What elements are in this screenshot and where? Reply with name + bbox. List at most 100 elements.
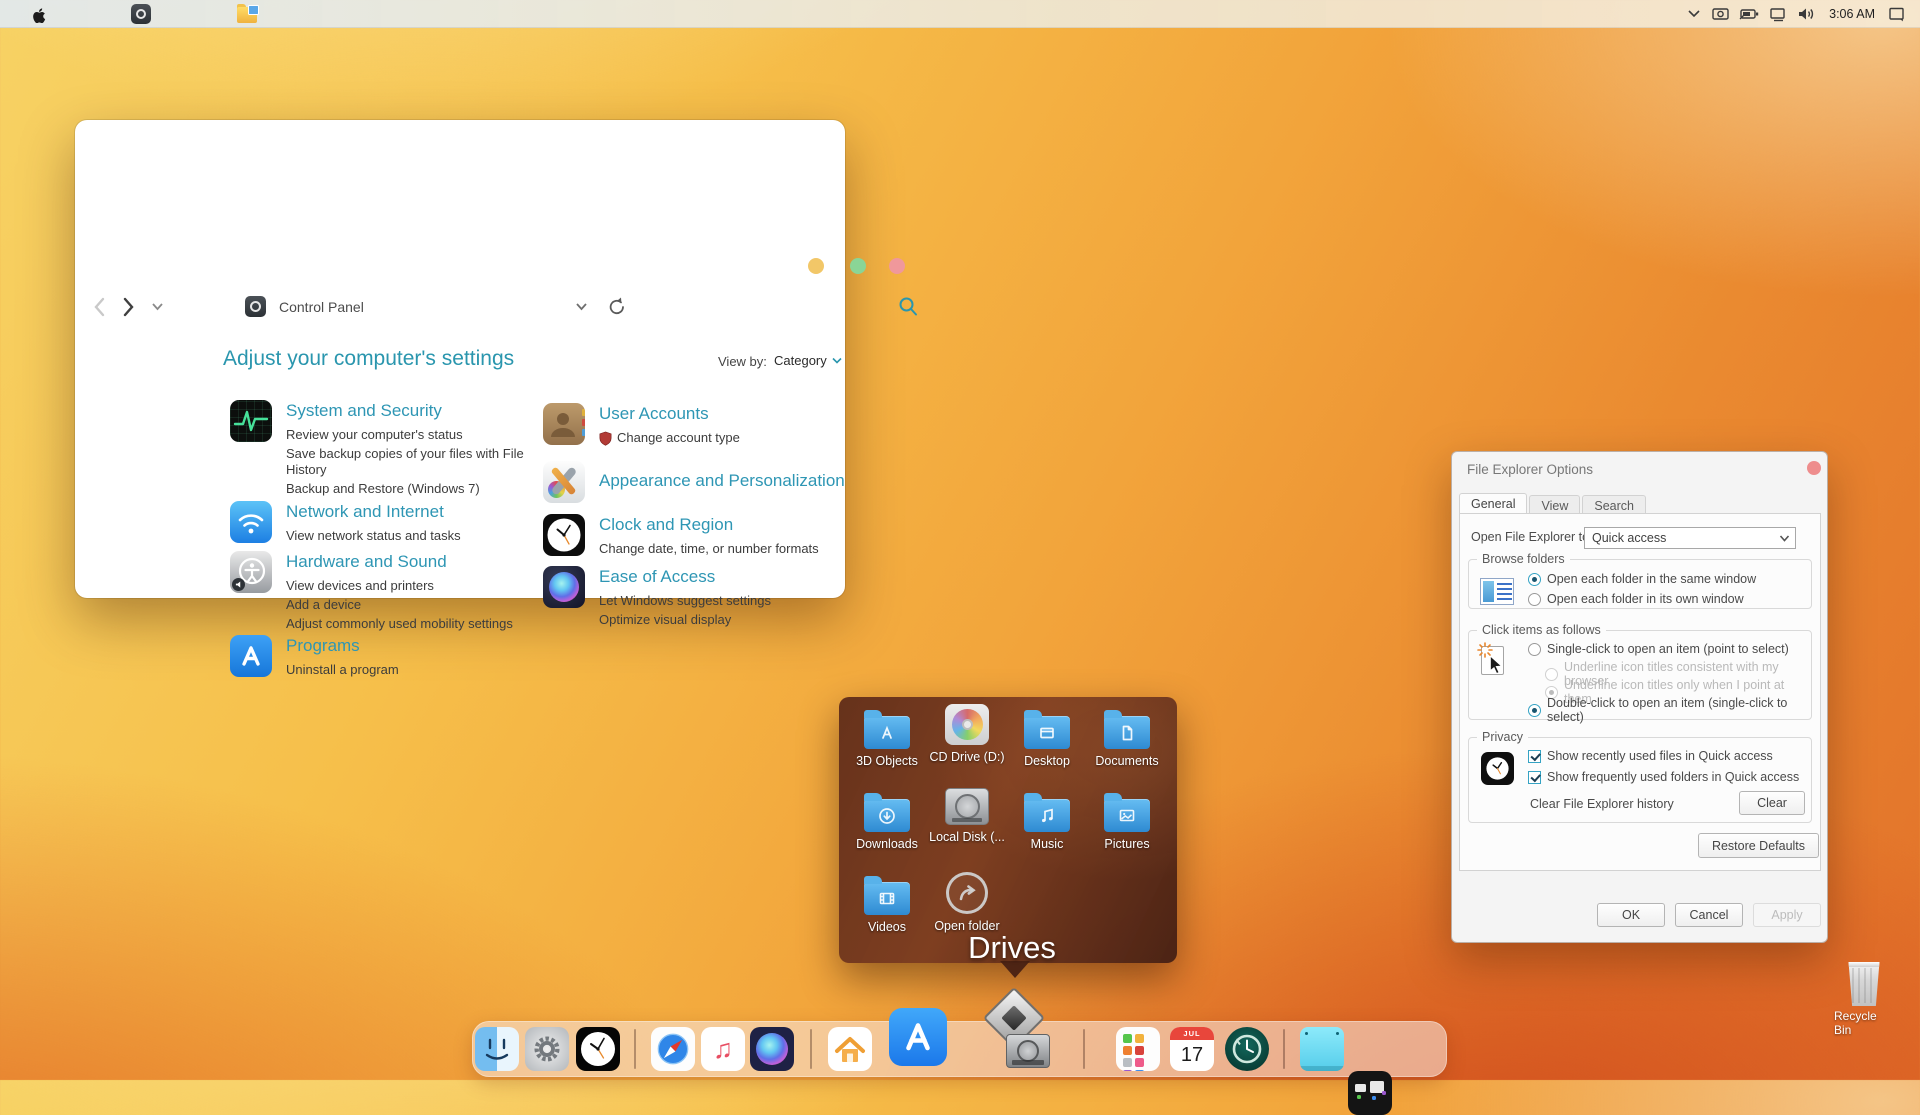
- apple-menu-icon[interactable]: [30, 5, 47, 23]
- drive-item-downloads[interactable]: Downloads: [848, 791, 926, 851]
- dock-clock[interactable]: [576, 1027, 620, 1071]
- task-link[interactable]: Review your computer's status: [286, 427, 530, 443]
- dock-calendar[interactable]: JUL 17: [1170, 1027, 1214, 1071]
- calendar-month: JUL: [1170, 1027, 1214, 1040]
- volume-icon[interactable]: [1797, 6, 1816, 22]
- menubar-folder-app-icon[interactable]: [237, 4, 259, 24]
- folder-desktop-icon: [1024, 716, 1070, 749]
- group-legend: Privacy: [1477, 730, 1528, 744]
- dock-notes[interactable]: [1300, 1027, 1344, 1071]
- task-link[interactable]: Optimize visual display: [599, 612, 873, 628]
- dock-siri[interactable]: [750, 1027, 794, 1071]
- programs-icon[interactable]: [230, 635, 272, 677]
- task-link[interactable]: Change account type: [617, 430, 740, 446]
- dock-app-store[interactable]: [889, 1008, 947, 1066]
- system-security-icon[interactable]: [230, 400, 272, 442]
- dock-music[interactable]: ♫: [701, 1027, 745, 1071]
- drive-item-pictures[interactable]: Pictures: [1088, 791, 1166, 851]
- task-link[interactable]: Change date, time, or number formats: [599, 541, 873, 557]
- task-link[interactable]: Uninstall a program: [286, 662, 530, 678]
- checkbox-recent-files[interactable]: Show recently used files in Quick access: [1528, 749, 1773, 763]
- drive-item-documents[interactable]: Documents: [1088, 708, 1166, 768]
- drive-item-3d-objects[interactable]: 3D Objects: [848, 708, 926, 768]
- category-title[interactable]: Ease of Access: [599, 566, 873, 587]
- clock-region-icon[interactable]: [543, 514, 585, 556]
- category-title[interactable]: System and Security: [286, 400, 530, 421]
- back-button[interactable]: [91, 296, 109, 318]
- cancel-button[interactable]: Cancel: [1675, 903, 1743, 927]
- clock-time[interactable]: 3:06 AM: [1825, 7, 1879, 21]
- task-link[interactable]: Let Windows suggest settings: [599, 593, 873, 609]
- drive-item-local-disk[interactable]: Local Disk (...: [928, 788, 1006, 844]
- task-link[interactable]: View network status and tasks: [286, 528, 530, 544]
- recent-pages-chevron-icon[interactable]: [151, 302, 164, 312]
- close-button[interactable]: [889, 258, 905, 274]
- forward-button[interactable]: [119, 296, 137, 318]
- dock-drives[interactable]: [976, 988, 1056, 1072]
- drive-item-open-folder[interactable]: Open folder: [928, 872, 1006, 933]
- clear-button[interactable]: Clear: [1739, 791, 1805, 815]
- radio-open-own-window[interactable]: Open each folder in its own window: [1528, 592, 1744, 606]
- network-icon[interactable]: [1769, 6, 1788, 22]
- ease-of-access-icon[interactable]: [543, 566, 585, 608]
- ok-button[interactable]: OK: [1597, 903, 1665, 927]
- category-appearance-personalization: Appearance and Personalization: [543, 461, 873, 503]
- view-by-select[interactable]: Category: [774, 353, 842, 368]
- menubar-settings-app-icon[interactable]: [131, 4, 151, 24]
- apply-button[interactable]: Apply: [1753, 903, 1821, 927]
- dock-home[interactable]: [828, 1027, 872, 1071]
- category-title[interactable]: Network and Internet: [286, 501, 530, 522]
- wireless-display-icon[interactable]: [1711, 6, 1730, 22]
- network-internet-icon[interactable]: [230, 501, 272, 543]
- restore-defaults-button[interactable]: Restore Defaults: [1698, 833, 1819, 858]
- address-bar[interactable]: Control Panel: [279, 299, 364, 315]
- open-file-explorer-select[interactable]: Quick access: [1584, 527, 1796, 549]
- category-system-and-security: System and Security Review your computer…: [230, 400, 530, 497]
- category-title[interactable]: Clock and Region: [599, 514, 873, 535]
- category-title[interactable]: Programs: [286, 635, 530, 656]
- dock-launchpad[interactable]: [1116, 1027, 1160, 1071]
- dock-trash[interactable]: [1396, 1027, 1440, 1071]
- dock-finder[interactable]: [475, 1027, 519, 1071]
- task-link[interactable]: View devices and printers: [286, 578, 530, 594]
- user-accounts-icon[interactable]: [543, 403, 585, 445]
- drive-item-cd-drive[interactable]: CD Drive (D:): [928, 704, 1006, 764]
- dock-mission-control[interactable]: [1348, 1071, 1392, 1115]
- dock-safari[interactable]: [651, 1027, 695, 1071]
- address-dropdown-chevron-icon[interactable]: [575, 302, 588, 312]
- dock-separator: [1083, 1029, 1085, 1069]
- drive-item-videos[interactable]: Videos: [848, 874, 926, 934]
- dock-system-preferences[interactable]: [525, 1027, 569, 1071]
- dialog-title: File Explorer Options: [1467, 462, 1593, 477]
- refresh-button[interactable]: [606, 295, 628, 319]
- recycle-bin[interactable]: Recycle Bin: [1834, 960, 1894, 1037]
- appearance-icon[interactable]: [543, 461, 585, 503]
- search-icon[interactable]: [897, 295, 919, 319]
- category-title[interactable]: Hardware and Sound: [286, 551, 530, 572]
- zoom-button[interactable]: [850, 258, 866, 274]
- task-link[interactable]: Save backup copies of your files with Fi…: [286, 446, 530, 478]
- dock-time-machine[interactable]: [1225, 1027, 1269, 1071]
- battery-icon[interactable]: [1739, 6, 1760, 22]
- radio-single-click[interactable]: Single-click to open an item (point to s…: [1528, 642, 1789, 656]
- folder-3d-objects-icon: [864, 716, 910, 749]
- category-title[interactable]: User Accounts: [599, 403, 873, 424]
- task-link[interactable]: Adjust commonly used mobility settings: [286, 616, 530, 632]
- radio-double-click[interactable]: Double-click to open an item (single-cli…: [1528, 696, 1811, 724]
- menu-bar: 3:06 AM: [0, 0, 1920, 28]
- category-network-and-internet: Network and Internet View network status…: [230, 501, 530, 544]
- tray-chevron-icon[interactable]: [1686, 6, 1702, 22]
- dialog-close-button[interactable]: [1807, 461, 1821, 475]
- action-center-icon[interactable]: [1888, 6, 1906, 23]
- task-link[interactable]: Add a device: [286, 597, 530, 613]
- minimize-button[interactable]: [808, 258, 824, 274]
- drive-item-desktop[interactable]: Desktop: [1008, 708, 1086, 768]
- radio-open-same-window[interactable]: Open each folder in the same window: [1528, 572, 1756, 586]
- task-link[interactable]: Backup and Restore (Windows 7): [286, 481, 530, 497]
- hardware-sound-icon[interactable]: [230, 551, 272, 593]
- category-title[interactable]: Appearance and Personalization: [599, 470, 873, 491]
- view-by-chevron-icon: [832, 357, 842, 364]
- checkbox-frequent-folders[interactable]: Show frequently used folders in Quick ac…: [1528, 770, 1799, 784]
- drive-item-music[interactable]: Music: [1008, 791, 1086, 851]
- category-programs: Programs Uninstall a program: [230, 635, 530, 678]
